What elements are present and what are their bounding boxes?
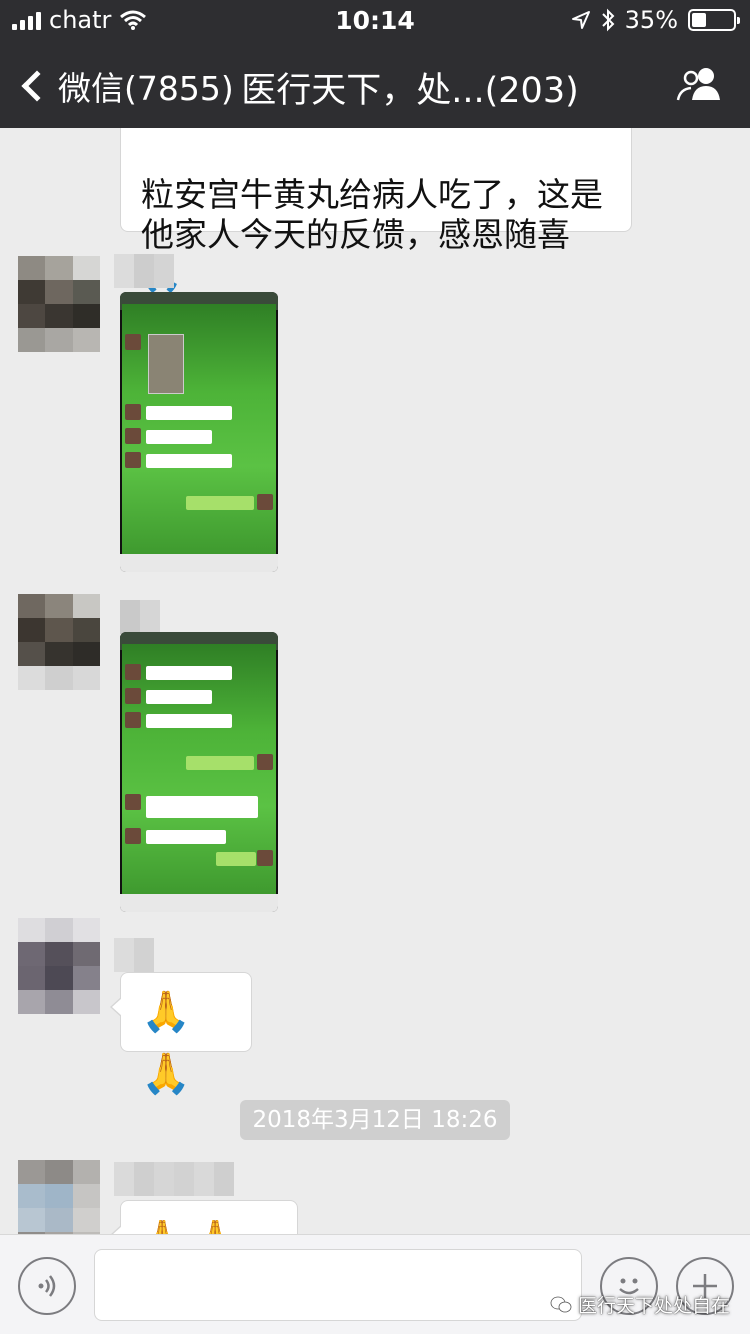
shot-footer [120, 554, 278, 572]
message-text: 🙏🙏 [141, 989, 191, 1097]
input-bar: 医行天下处处自在 [0, 1234, 750, 1334]
location-arrow-icon [571, 11, 590, 29]
top-bar: chatr 10:14 35% 微信(7855) 医行天下，处...(203) [0, 0, 750, 128]
message-text: 粒安宫牛黄丸给病人吃了，这是 他家人今天的反馈，感恩随喜🙏 [141, 175, 603, 294]
avatar[interactable] [18, 918, 100, 1014]
watermark: 医行天下处处自在 [550, 1291, 730, 1318]
sender-name-blurred [114, 938, 154, 972]
image-message[interactable] [120, 632, 278, 912]
shot-footer [120, 894, 278, 912]
voice-icon [38, 1275, 56, 1297]
avatar[interactable] [18, 594, 100, 690]
message-bubble[interactable]: 🙏 🙏 🙏 [110, 1200, 298, 1234]
group-members-icon[interactable] [674, 66, 726, 102]
image-message[interactable] [120, 292, 278, 572]
message-bubble[interactable]: 粒安宫牛黄丸给病人吃了，这是 他家人今天的反馈，感恩随喜🙏 [120, 128, 632, 294]
avatar[interactable] [18, 256, 100, 352]
sender-name-blurred [114, 1162, 234, 1196]
chat-title: 医行天下，处...(203) [241, 71, 579, 111]
sender-name-blurred [114, 254, 174, 288]
battery-icon [688, 9, 740, 31]
shot-screen [122, 304, 276, 554]
status-right: 35% [571, 6, 740, 34]
voice-button[interactable] [18, 1257, 76, 1315]
wechat-logo-icon [550, 1296, 572, 1312]
message-text: 🙏 🙏 🙏 [141, 1218, 236, 1234]
avatar[interactable] [18, 1160, 100, 1234]
watermark-text: 医行天下处处自在 [577, 1295, 730, 1317]
chat-area[interactable]: 粒安宫牛黄丸给病人吃了，这是 他家人今天的反馈，感恩随喜 🙏🙏 2018年3月1… [0, 128, 750, 1234]
status-bar: chatr 10:14 35% [0, 0, 750, 40]
timestamp-label: 2018年3月12日 18:26 [240, 1100, 510, 1140]
message-input[interactable] [94, 1249, 582, 1321]
shot-screen [122, 644, 276, 894]
sender-name-blurred [120, 600, 160, 634]
nav-bar: 微信(7855) 医行天下，处...(203) [0, 40, 750, 128]
bluetooth-icon [601, 8, 615, 32]
message-bubble[interactable]: 🙏🙏 [110, 972, 252, 1097]
battery-percent: 35% [624, 6, 678, 34]
